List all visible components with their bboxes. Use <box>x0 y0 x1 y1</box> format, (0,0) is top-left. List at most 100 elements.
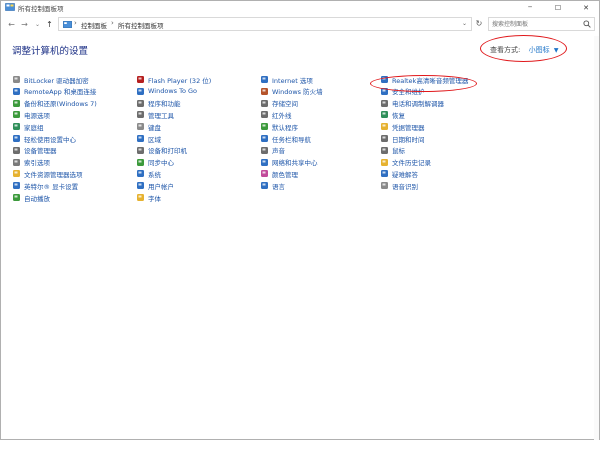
control-panel-item-label: 设备和打印机 <box>148 147 187 156</box>
intel-graphics-icon <box>13 182 20 190</box>
control-panel-item-label: 电源选项 <box>24 111 50 120</box>
maximize-button[interactable]: ☐ <box>545 1 571 14</box>
control-panel-item[interactable]: 网络和共享中心 <box>260 157 318 168</box>
title-bar[interactable]: 所有控制面板项 ─ ☐ ✕ <box>1 1 599 14</box>
control-panel-item[interactable]: 鼠标 <box>380 145 405 156</box>
vertical-scrollbar[interactable] <box>594 36 599 440</box>
control-panel-item[interactable]: 同步中心 <box>136 157 174 168</box>
fonts-icon <box>137 194 144 201</box>
control-panel-item-label: 管理工具 <box>148 111 174 120</box>
control-panel-item-label: 红外线 <box>272 111 292 120</box>
breadcrumb-control-panel[interactable]: 控制面板 <box>81 20 107 30</box>
region-icon <box>137 135 144 142</box>
back-button[interactable]: ← <box>7 19 16 29</box>
control-panel-item[interactable]: 语言 <box>260 180 285 191</box>
control-panel-item[interactable]: 家庭组 <box>12 121 44 132</box>
internet-options-icon <box>261 76 268 83</box>
forward-arrow-icon: → <box>21 19 28 29</box>
address-dropdown-icon[interactable]: ⌄ <box>462 20 467 27</box>
bitlocker-icon <box>13 76 20 83</box>
control-panel-item-label: Windows To Go <box>148 87 198 96</box>
control-panel-item[interactable]: 用户帐户 <box>136 180 174 191</box>
control-panel-item[interactable]: 设备和打印机 <box>136 145 187 156</box>
control-panel-item[interactable]: 自动播放 <box>12 192 50 203</box>
control-panel-item[interactable]: BitLocker 驱动器加密 <box>12 74 89 85</box>
control-panel-item-label: 区域 <box>148 135 161 144</box>
control-panel-item[interactable]: 字体 <box>136 192 161 203</box>
control-panel-item[interactable]: 默认程序 <box>260 121 298 132</box>
control-panel-item[interactable]: 设备管理器 <box>12 145 57 156</box>
control-panel-item-label: 疑难解答 <box>392 170 418 179</box>
control-panel-item[interactable]: Flash Player (32 位) <box>136 74 211 85</box>
refresh-button[interactable]: ↻ <box>473 18 485 30</box>
annotation-circle-realtek <box>370 75 477 92</box>
control-panel-item-label: 鼠标 <box>392 147 405 156</box>
control-panel-item-label: 语言 <box>272 182 285 191</box>
control-panel-item[interactable]: 存储空间 <box>260 98 298 109</box>
control-panel-item[interactable]: 程序和功能 <box>136 98 181 109</box>
control-panel-icon <box>63 21 72 28</box>
control-panel-item-label: 用户帐户 <box>148 182 174 191</box>
control-panel-item-label: 存储空间 <box>272 100 298 109</box>
system-icon <box>137 170 144 178</box>
control-panel-item[interactable]: 凭据管理器 <box>380 121 425 132</box>
close-icon: ✕ <box>583 3 589 12</box>
control-panel-item-label: 网络和共享中心 <box>272 159 318 168</box>
autoplay-icon <box>13 194 20 201</box>
breadcrumb-all-items[interactable]: 所有控制面板项 <box>118 20 164 30</box>
taskbar-icon <box>261 135 268 142</box>
control-panel-item[interactable]: Internet 选项 <box>260 74 313 85</box>
control-panel-item[interactable]: 索引选项 <box>12 157 50 168</box>
control-panel-item[interactable]: 红外线 <box>260 109 292 120</box>
minimize-button[interactable]: ─ <box>517 1 543 14</box>
programs-icon <box>137 99 144 107</box>
search-box[interactable] <box>488 17 595 31</box>
infrared-icon <box>261 111 268 119</box>
control-panel-item[interactable]: 日期和时间 <box>380 133 425 144</box>
control-panel-item-label: Flash Player (32 位) <box>148 76 212 85</box>
search-input[interactable] <box>492 19 582 29</box>
chevron-down-icon: ⌄ <box>34 20 41 28</box>
control-panel-item-label: 轻松使用设置中心 <box>24 135 76 144</box>
address-box[interactable]: › 控制面板 › 所有控制面板项 ⌄ <box>58 17 472 31</box>
control-panel-item[interactable]: Windows To Go <box>136 86 197 97</box>
control-panel-item[interactable]: 英特尔® 显卡设置 <box>12 180 78 191</box>
up-arrow-icon: ↑ <box>46 19 53 29</box>
control-panel-window-icon <box>5 3 15 11</box>
control-panel-item[interactable]: 键盘 <box>136 121 161 132</box>
control-panel-item-label: RemoteApp 和桌面连接 <box>24 88 97 97</box>
recent-locations-button[interactable]: ⌄ <box>33 19 42 29</box>
control-panel-item[interactable]: 系统 <box>136 168 161 179</box>
control-panel-item-label: 文件资源管理器选项 <box>24 170 83 179</box>
flash-icon <box>137 76 144 83</box>
control-panel-item[interactable]: 电源选项 <box>12 109 50 120</box>
control-panel-item[interactable]: 管理工具 <box>136 109 174 120</box>
forward-button[interactable]: → <box>20 19 29 29</box>
control-panel-item-label: 自动播放 <box>24 194 50 203</box>
credential-manager-icon <box>381 123 388 131</box>
control-panel-item[interactable]: 恢复 <box>380 109 405 120</box>
control-panel-item[interactable]: RemoteApp 和桌面连接 <box>12 86 96 97</box>
control-panel-item[interactable]: 备份和还原(Windows 7) <box>12 98 97 109</box>
firewall-icon <box>261 87 268 95</box>
control-panel-item-label: 恢复 <box>392 111 405 120</box>
control-panel-item-label: BitLocker 驱动器加密 <box>24 76 89 85</box>
control-panel-item-label: 备份和还原(Windows 7) <box>24 100 97 109</box>
color-management-icon <box>261 170 268 178</box>
control-panel-item[interactable]: 文件资源管理器选项 <box>12 168 83 179</box>
control-panel-item[interactable]: 疑难解答 <box>380 168 418 179</box>
control-panel-item[interactable]: 区域 <box>136 133 161 144</box>
refresh-icon: ↻ <box>475 19 483 28</box>
control-panel-item[interactable]: 语音识别 <box>380 180 418 191</box>
control-panel-item[interactable]: 任务栏和导航 <box>260 133 311 144</box>
control-panel-item[interactable]: 电话和调制解调器 <box>380 98 444 109</box>
control-panel-item[interactable]: 文件历史记录 <box>380 157 431 168</box>
ease-of-access-icon <box>13 135 20 142</box>
control-panel-item[interactable]: 声音 <box>260 145 285 156</box>
control-panel-item[interactable]: 颜色管理 <box>260 168 298 179</box>
close-button[interactable]: ✕ <box>573 1 599 14</box>
control-panel-item[interactable]: 轻松使用设置中心 <box>12 133 76 144</box>
up-button[interactable]: ↑ <box>45 19 54 29</box>
control-panel-item[interactable]: Windows 防火墙 <box>260 86 323 97</box>
maximize-icon: ☐ <box>554 3 562 12</box>
